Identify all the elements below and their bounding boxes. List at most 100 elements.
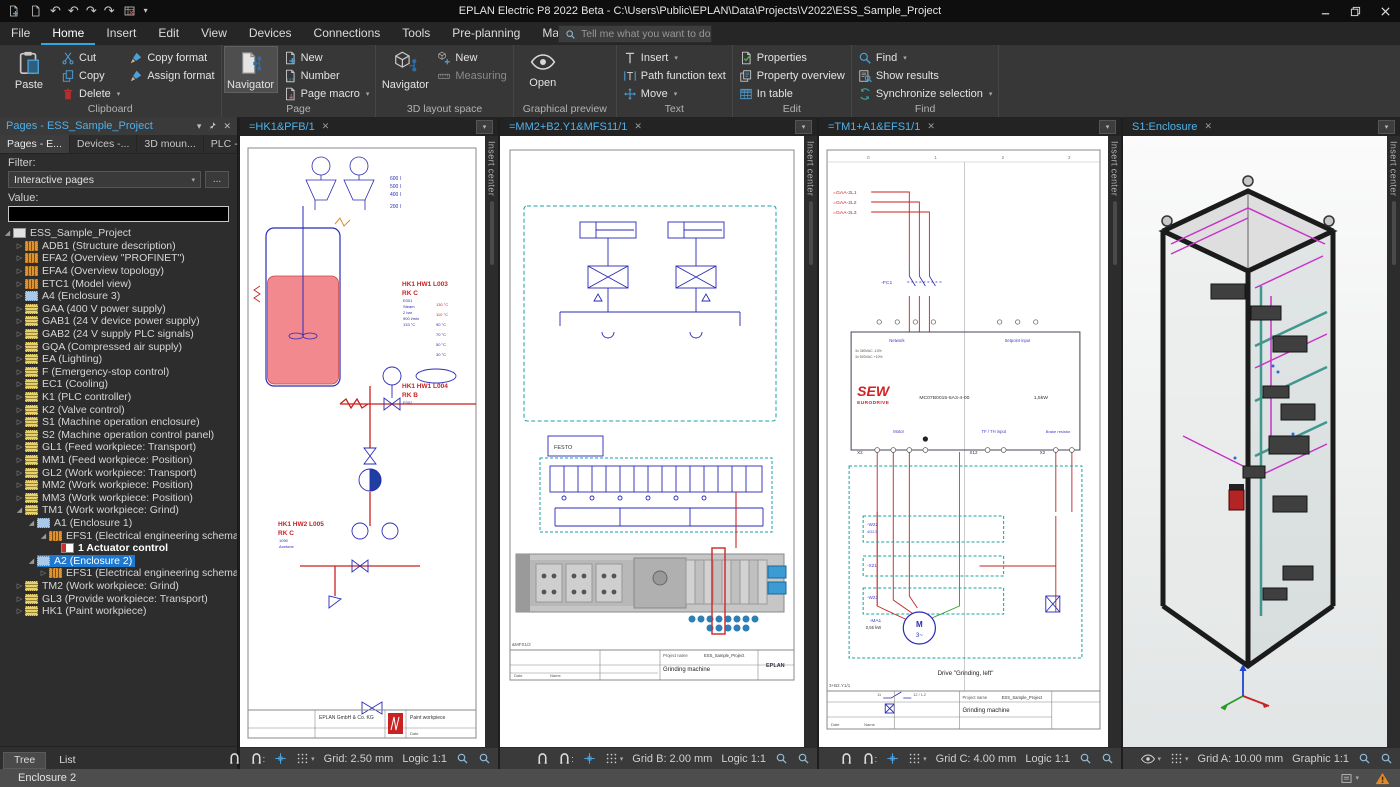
expander-icon[interactable]: ▷ xyxy=(14,343,25,351)
pages-panel-header[interactable]: Pages - ESS_Sample_Project ▾ ✕ xyxy=(0,117,237,135)
tree-item[interactable]: ▷GQA (Compressed air supply) xyxy=(0,340,237,353)
menu-home[interactable]: Home xyxy=(41,22,95,45)
in-table-button[interactable]: In table xyxy=(736,85,848,102)
undo-drop-icon[interactable]: ↶ xyxy=(50,0,61,22)
grid-icon[interactable]: ▾ xyxy=(605,752,624,765)
tree-item[interactable]: ▷F (Emergency-stop control) xyxy=(0,366,237,379)
panel1-canvas[interactable]: 600 l 500 l 400 l 200 l xyxy=(240,136,485,747)
filter-dropdown[interactable]: Interactive pages ▾ xyxy=(8,171,201,188)
copy-button[interactable]: Copy xyxy=(58,67,123,84)
zoom-in-icon[interactable] xyxy=(456,752,469,765)
tree-item[interactable]: ▷ADB1 (Structure description) xyxy=(0,240,237,253)
expander-icon[interactable]: ▷ xyxy=(14,494,25,502)
tree-item[interactable]: ▷EFS1 (Electrical engineering schematic) xyxy=(0,567,237,580)
crosshair-icon[interactable] xyxy=(274,752,287,765)
zoom-out-icon[interactable] xyxy=(1101,752,1114,765)
panel3-canvas[interactable]: 0 1 2 3 =GAA-2L1 =GAA-2L2 =GAA-2L3 xyxy=(819,136,1108,747)
crosshair-icon[interactable] xyxy=(886,752,899,765)
grid-size-label[interactable]: Grid A: 10.00 mm xyxy=(1198,753,1284,765)
tab-list-dropdown[interactable]: ▾ xyxy=(795,120,812,134)
menu-devices[interactable]: Devices xyxy=(238,22,303,45)
tree-item[interactable]: ▷A4 (Enclosure 3) xyxy=(0,290,237,303)
expander-icon[interactable]: ▷ xyxy=(14,317,25,325)
property-overview-button[interactable]: Property overview xyxy=(736,67,848,84)
tree-item[interactable]: ▷K1 (PLC controller) xyxy=(0,391,237,404)
expander-icon[interactable]: ▷ xyxy=(14,355,25,363)
close-icon[interactable]: ✕ xyxy=(322,121,330,132)
snap-icon[interactable] xyxy=(536,752,549,765)
tree-item[interactable]: ▷TM2 (Work workpiece: Grind) xyxy=(0,580,237,593)
expander-icon[interactable]: ◢ xyxy=(26,519,37,527)
tab-tm1-efs1[interactable]: =TM1+A1&EFS1/1✕ xyxy=(824,121,939,133)
crosshair-icon[interactable] xyxy=(583,752,596,765)
tree-item[interactable]: ▷K2 (Valve control) xyxy=(0,403,237,416)
insert-center-strip[interactable]: Insert center xyxy=(804,136,817,747)
close-button[interactable] xyxy=(1370,0,1400,22)
zoom-mode-label[interactable]: Logic 1:1 xyxy=(721,753,766,765)
delete-placeholders-icon[interactable] xyxy=(122,5,137,17)
paste-button[interactable]: Paste xyxy=(3,47,55,92)
tab-list-dropdown[interactable]: ▾ xyxy=(476,120,493,134)
search-box[interactable]: Tell me what you want to do xyxy=(558,25,712,43)
measuring-button[interactable]: Measuring xyxy=(434,67,509,84)
insert-center-scrollbar[interactable] xyxy=(490,201,494,265)
menu-insert[interactable]: Insert xyxy=(95,22,147,45)
expander-icon[interactable]: ▷ xyxy=(14,481,25,489)
page-macro-button[interactable]: Page macro▾ xyxy=(280,85,373,102)
minimize-button[interactable] xyxy=(1310,0,1340,22)
tab-tree[interactable]: Tree xyxy=(3,752,46,769)
sidebar-tab[interactable]: 3D moun... xyxy=(137,135,203,153)
open-preview-button[interactable]: Open xyxy=(517,47,569,90)
insert-center-tab[interactable]: Insert center xyxy=(1389,141,1399,196)
expander-icon[interactable]: ▷ xyxy=(14,443,25,451)
tree-item[interactable]: ◢A1 (Enclosure 1) xyxy=(0,517,237,530)
expander-icon[interactable]: ▷ xyxy=(14,456,25,464)
tree-item[interactable]: ▷MM3 (Work workpiece: Position) xyxy=(0,491,237,504)
tree-item[interactable]: ▷MM2 (Work workpiece: Position) xyxy=(0,479,237,492)
new-page-icon[interactable] xyxy=(6,5,21,17)
tree-item[interactable]: ▷GAA (400 V power supply) xyxy=(0,303,237,316)
expander-icon[interactable]: ▷ xyxy=(14,607,25,615)
tree-item[interactable]: ▷GL2 (Work workpiece: Transport) xyxy=(0,466,237,479)
page-icon[interactable] xyxy=(28,5,43,17)
menu-file[interactable]: File xyxy=(0,22,41,45)
tree-item[interactable]: ▷EA (Lighting) xyxy=(0,353,237,366)
grid-size-label[interactable]: Grid: 2.50 mm xyxy=(324,753,394,765)
zoom-out-icon[interactable] xyxy=(1380,752,1393,765)
expander-icon[interactable]: ▷ xyxy=(14,469,25,477)
tree-item[interactable]: ▷S1 (Machine operation enclosure) xyxy=(0,416,237,429)
tab-s1-enclosure[interactable]: S1:Enclosure✕ xyxy=(1128,121,1216,133)
expander-icon[interactable]: ◢ xyxy=(2,229,13,237)
tree-item[interactable]: ▷MM1 (Feed workpiece: Position) xyxy=(0,454,237,467)
tree-item[interactable]: ▷GAB2 (24 V supply PLC signals) xyxy=(0,328,237,341)
menu-view[interactable]: View xyxy=(190,22,238,45)
snap-alt-icon[interactable]: : xyxy=(558,752,574,765)
close-icon[interactable]: ✕ xyxy=(634,121,642,132)
cut-button[interactable]: Cut xyxy=(58,49,123,66)
expander-icon[interactable]: ▷ xyxy=(14,582,25,590)
tree-item[interactable]: ◢EFS1 (Electrical engineering schematic) xyxy=(0,529,237,542)
warning-icon[interactable] xyxy=(1375,771,1390,786)
tab-list[interactable]: List xyxy=(48,752,86,769)
expander-icon[interactable]: ◢ xyxy=(26,557,37,565)
tab-list-dropdown[interactable]: ▾ xyxy=(1378,120,1395,134)
tab-list-dropdown[interactable]: ▾ xyxy=(1099,120,1116,134)
zoom-out-icon[interactable] xyxy=(478,752,491,765)
menu-tools[interactable]: Tools xyxy=(391,22,441,45)
redo-icon[interactable]: ↷ xyxy=(86,0,97,22)
panel4-canvas[interactable] xyxy=(1123,136,1387,747)
view-eye-icon[interactable]: ▾ xyxy=(1140,753,1162,765)
menu-connections[interactable]: Connections xyxy=(303,22,392,45)
insert-center-tab[interactable]: Insert center xyxy=(806,141,816,196)
menu-pre-planning[interactable]: Pre-planning xyxy=(441,22,531,45)
restore-button[interactable] xyxy=(1340,0,1370,22)
tree-item[interactable]: ◢TM1 (Work workpiece: Grind) xyxy=(0,504,237,517)
expander-icon[interactable]: ▷ xyxy=(14,418,25,426)
tree-item[interactable]: ▷HK1 (Paint workpiece) xyxy=(0,605,237,618)
snap-icon[interactable] xyxy=(228,752,241,765)
zoom-mode-label[interactable]: Logic 1:1 xyxy=(402,753,447,765)
menu-edit[interactable]: Edit xyxy=(147,22,190,45)
number-button[interactable]: Number xyxy=(280,67,373,84)
insert-text-button[interactable]: Insert▾ xyxy=(620,49,729,66)
tree-root[interactable]: ◢ESS_Sample_Project xyxy=(0,227,237,240)
